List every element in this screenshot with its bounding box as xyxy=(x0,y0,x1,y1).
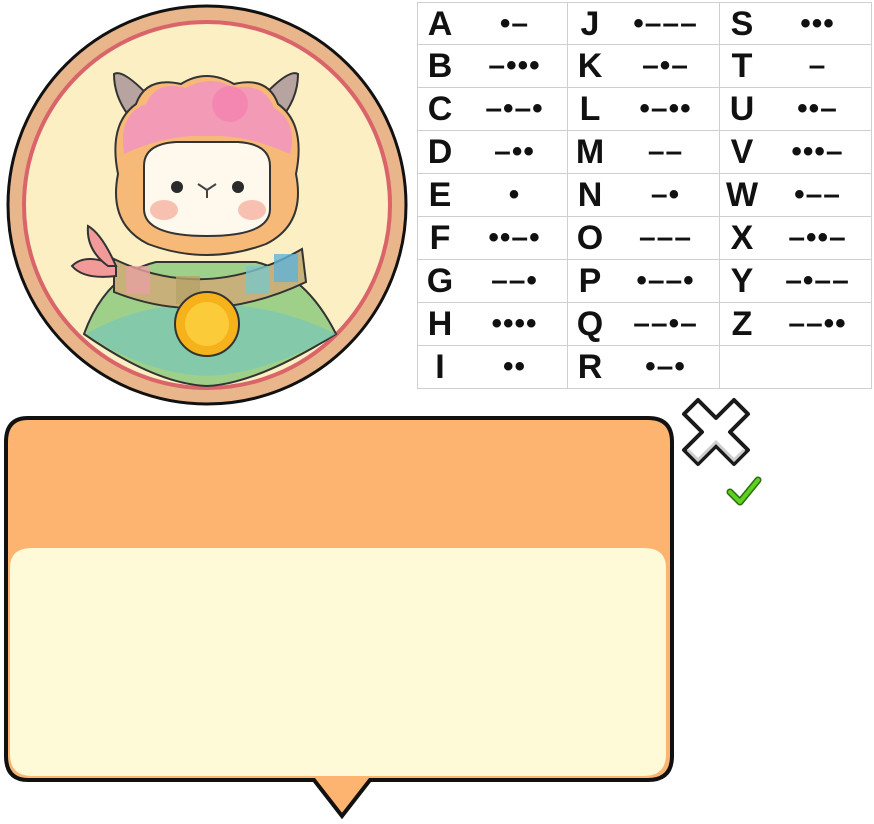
morse-cell: W •–– xyxy=(720,174,872,217)
morse-letter: L xyxy=(579,90,601,128)
morse-cell: M –– xyxy=(568,131,720,174)
morse-cell: E • xyxy=(417,174,568,217)
morse-cell: K –•– xyxy=(568,45,720,88)
morse-cell: O ––– xyxy=(568,217,720,260)
morse-letter: I xyxy=(435,348,445,386)
morse-code: –•–– xyxy=(785,264,850,297)
morse-letter: N xyxy=(577,176,603,214)
morse-letter: O xyxy=(576,219,604,257)
morse-code: –– xyxy=(647,135,684,168)
morse-letter: W xyxy=(725,176,759,214)
morse-letter: D xyxy=(427,133,453,171)
morse-code: – xyxy=(808,49,827,82)
morse-letter: C xyxy=(427,90,453,128)
morse-code: –••• xyxy=(488,49,541,82)
morse-cell: U ••– xyxy=(720,88,872,131)
morse-code: •– xyxy=(499,6,530,40)
morse-cell xyxy=(720,346,872,389)
morse-letter: Z xyxy=(731,305,753,343)
morse-letter: Y xyxy=(730,262,754,300)
morse-cell: T – xyxy=(720,45,872,88)
morse-letter: G xyxy=(426,262,454,300)
morse-code: •––– xyxy=(633,6,698,40)
morse-code: ••• xyxy=(800,6,835,40)
morse-letter: R xyxy=(577,348,603,386)
morse-code: –•• xyxy=(494,135,535,168)
morse-letter: U xyxy=(729,90,755,128)
morse-code: ––•– xyxy=(633,307,698,340)
morse-letter: K xyxy=(577,47,603,85)
morse-code: –• xyxy=(650,178,681,211)
morse-cell: X –••– xyxy=(720,217,872,260)
morse-cell: Q ––•– xyxy=(568,303,720,346)
morse-cell: C –•–• xyxy=(417,88,568,131)
morse-letter: B xyxy=(427,47,453,85)
morse-letter: J xyxy=(580,4,600,43)
morse-letter: S xyxy=(730,4,754,43)
morse-code: –•–• xyxy=(485,92,544,125)
morse-code: • xyxy=(508,178,521,211)
morse-letter: A xyxy=(427,4,453,43)
morse-letter: H xyxy=(427,305,453,343)
morse-cell: N –• xyxy=(568,174,720,217)
morse-letter: V xyxy=(730,133,754,171)
morse-letter: X xyxy=(730,219,754,257)
morse-cell: I •• xyxy=(417,346,568,389)
morse-cell: Y –•–– xyxy=(720,260,872,303)
close-icon xyxy=(682,398,750,466)
alpaca-avatar xyxy=(6,4,408,406)
morse-code: ––•• xyxy=(788,307,847,340)
morse-cell: G ––• xyxy=(417,260,568,303)
morse-code-chart: A •– J •––– S ••• B –••• K –•– T – C –•–• L •–•• U ••– D –•… xyxy=(417,2,872,390)
morse-letter: P xyxy=(578,262,602,300)
morse-letter: Q xyxy=(576,305,604,343)
morse-cell: Z ––•• xyxy=(720,303,872,346)
morse-cell: D –•• xyxy=(417,131,568,174)
morse-code: •••– xyxy=(791,135,844,168)
close-button[interactable] xyxy=(676,392,756,472)
morse-letter: T xyxy=(731,47,753,85)
alpaca-avatar-icon xyxy=(6,4,408,406)
morse-code: ––• xyxy=(491,264,538,297)
morse-cell: F ••–• xyxy=(417,217,568,260)
morse-code: –••– xyxy=(788,221,847,254)
morse-cell: P •––• xyxy=(568,260,720,303)
morse-cell: R •–• xyxy=(568,346,720,389)
morse-cell: J •––– xyxy=(568,2,720,45)
morse-code: •–– xyxy=(794,178,841,211)
morse-cell: B –••• xyxy=(417,45,568,88)
morse-code: ••–• xyxy=(488,221,541,254)
morse-code: ••– xyxy=(797,92,838,125)
morse-code: •–• xyxy=(645,350,686,383)
morse-letter: F xyxy=(429,219,451,257)
morse-cell: L •–•• xyxy=(568,88,720,131)
morse-code: •–•• xyxy=(639,92,692,125)
morse-code: –•– xyxy=(642,49,689,82)
morse-cell: V •••– xyxy=(720,131,872,174)
morse-code: •••• xyxy=(491,307,538,340)
morse-letter: E xyxy=(428,176,452,214)
morse-cell: S ••• xyxy=(720,2,872,45)
morse-letter: M xyxy=(575,133,605,171)
morse-cell: A •– xyxy=(417,2,568,45)
speech-dialog xyxy=(4,416,674,820)
morse-code: ––– xyxy=(638,221,693,254)
morse-cell: H •••• xyxy=(417,303,568,346)
check-icon xyxy=(726,474,762,508)
morse-code: •––• xyxy=(636,264,695,297)
morse-code: •• xyxy=(502,350,526,383)
